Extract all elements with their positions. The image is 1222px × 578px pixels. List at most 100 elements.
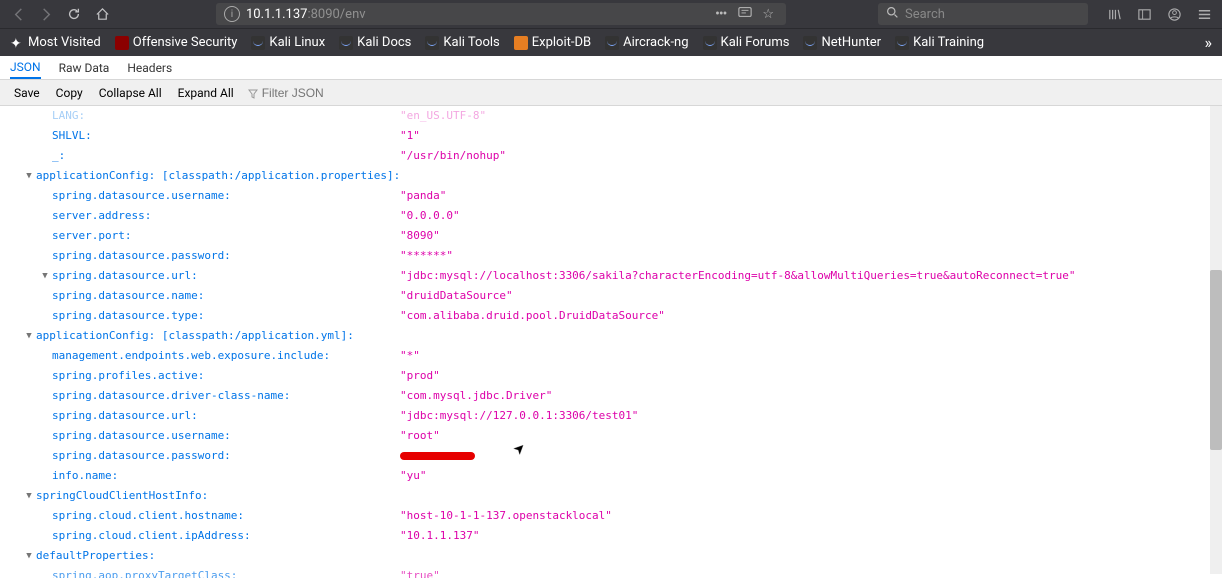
bookmarks-overflow-icon[interactable]: » [1205,33,1213,52]
bookmark-kali-docs[interactable]: Kali Docs [339,35,411,50]
bookmarks-bar: ✦Most Visited Offensive Security Kali Li… [0,28,1222,56]
info-icon[interactable]: i [224,6,240,22]
collapse-all-button[interactable]: Collapse All [93,84,168,102]
back-button[interactable] [4,0,32,28]
json-value: "*" [400,346,420,366]
bookmark-exploit-db[interactable]: Exploit-DB [514,35,591,50]
json-row[interactable]: ▼applicationConfig: [classpath:/applicat… [0,326,1222,346]
url-bar[interactable]: i 10.1.1.137:8090/env ••• ☆ [216,3,786,25]
json-row[interactable]: ▼springCloudClientHostInfo: [0,486,1222,506]
favicon-icon [251,36,265,50]
json-row[interactable]: spring.datasource.driver-class-name:"com… [0,386,1222,406]
json-row[interactable]: ▼applicationConfig: [classpath:/applicat… [0,166,1222,186]
toggle-icon[interactable]: ▼ [40,266,50,286]
search-placeholder: Search [905,7,945,22]
json-row[interactable]: LANG:"en_US.UTF-8" [0,106,1222,126]
json-row[interactable]: spring.cloud.client.ipAddress: "10.1.1.13… [0,526,1222,546]
toggle-icon[interactable]: ▼ [24,326,34,346]
viewer-tabs: JSON Raw Data Headers [0,56,1222,80]
json-row[interactable]: spring.datasource.username:"panda" [0,186,1222,206]
sidebar-icon[interactable] [1130,0,1158,28]
tab-raw-data[interactable]: Raw Data [59,56,110,79]
forward-button[interactable] [32,0,60,28]
json-key: server.address: [52,209,151,222]
json-value: "en_US.UTF-8" [400,106,486,126]
save-button[interactable]: Save [8,84,46,102]
bookmark-label: Kali Forums [721,35,790,50]
json-row[interactable]: spring.datasource.password:"******" [0,246,1222,266]
bookmark-aircrack-ng[interactable]: Aircrack-ng [605,35,688,50]
json-row[interactable]: server.address: "0.0.0.0" [0,206,1222,226]
json-key: spring.datasource.name: [52,289,204,302]
json-row[interactable]: spring.profiles.active:"prod" [0,366,1222,386]
favicon-icon [895,36,909,50]
bookmark-kali-forums[interactable]: Kali Forums [703,35,790,50]
json-row[interactable]: management.endpoints.web.exposure.includ… [0,346,1222,366]
json-row[interactable]: _: "/usr/bin/nohup" [0,146,1222,166]
json-value: "jdbc:mysql://localhost:3306/sakila?char… [400,266,1076,286]
copy-button[interactable]: Copy [50,84,89,102]
json-row[interactable]: spring.aop.proxyTargetClass:"true" [0,566,1222,578]
json-row[interactable]: spring.datasource.username:"root" [0,426,1222,446]
bookmark-most-visited[interactable]: ✦Most Visited [10,35,101,50]
expand-all-button[interactable]: Expand All [172,84,240,102]
scrollbar-thumb[interactable] [1210,270,1222,450]
toggle-icon[interactable]: ▼ [24,486,34,506]
json-toolbar: Save Copy Collapse All Expand All [0,80,1222,106]
bookmark-label: Most Visited [28,35,101,50]
profile-icon[interactable] [1160,0,1188,28]
json-row[interactable]: ▼spring.datasource.url:"jdbc:mysql://loc… [0,266,1222,286]
json-key: applicationConfig: [classpath:/applicati… [36,169,400,182]
json-value: "0.0.0.0" [400,206,460,226]
bookmark-kali-tools[interactable]: Kali Tools [425,35,499,50]
favicon-icon [425,36,439,50]
json-key: spring.datasource.username: [52,189,231,202]
bookmark-nethunter[interactable]: NetHunter [803,35,881,50]
json-value: "host-10-1-1-137.openstacklocal" [400,506,612,526]
bookmark-label: Offensive Security [133,35,238,50]
json-key: _: [52,149,65,162]
json-key: management.endpoints.web.exposure.includ… [52,349,330,362]
json-row[interactable]: server.port:"8090" [0,226,1222,246]
hamburger-menu-icon[interactable] [1190,0,1218,28]
json-key: spring.cloud.client.ipAddress: [52,529,251,542]
bookmark-kali-linux[interactable]: Kali Linux [251,35,325,50]
json-row[interactable]: ▼defaultProperties: [0,546,1222,566]
bookmark-star-icon[interactable]: ☆ [758,7,778,22]
json-key: server.port: [52,229,131,242]
tab-headers[interactable]: Headers [127,56,172,79]
json-row[interactable]: spring.datasource.name:"druidDataSource" [0,286,1222,306]
json-row[interactable]: SHLVL:"1" [0,126,1222,146]
json-key: SHLVL: [52,129,92,142]
filter-input[interactable] [262,86,362,100]
page-actions-icon[interactable]: ••• [709,6,732,22]
json-row[interactable]: spring.datasource.password: [0,446,1222,466]
home-button[interactable] [88,0,116,28]
favicon-icon [339,36,353,50]
json-value: "yu" [400,466,427,486]
bookmark-kali-training[interactable]: Kali Training [895,35,984,50]
json-value: "/usr/bin/nohup" [400,146,506,166]
toggle-icon[interactable]: ▼ [24,546,34,566]
scrollbar-track[interactable] [1210,106,1222,574]
favicon-icon [605,36,619,50]
search-box[interactable]: Search [878,3,1088,25]
json-key: spring.datasource.password: [52,449,231,462]
json-key: applicationConfig: [classpath:/applicati… [36,329,354,342]
bookmark-label: NetHunter [821,35,881,50]
json-value: "10.1.1.137" [400,526,479,546]
tab-json[interactable]: JSON [10,56,41,79]
favicon-icon [703,36,717,50]
json-row[interactable]: spring.cloud.client.hostname:"host-10-1-… [0,506,1222,526]
favicon-icon [115,36,129,50]
library-icon[interactable] [1100,0,1128,28]
json-row[interactable]: info.name:"yu" [0,466,1222,486]
json-value: "com.alibaba.druid.pool.DruidDataSource" [400,306,665,326]
tracking-protection-icon[interactable] [738,5,752,23]
json-row[interactable]: spring.datasource.type:"com.alibaba.drui… [0,306,1222,326]
bookmark-offensive-security[interactable]: Offensive Security [115,35,238,50]
toggle-icon[interactable]: ▼ [24,166,34,186]
json-row[interactable]: spring.datasource.url:"jdbc:mysql://127.… [0,406,1222,426]
json-viewer[interactable]: LANG:"en_US.UTF-8"SHLVL:"1" _: "/usr/bin/n… [0,106,1222,578]
reload-button[interactable] [60,0,88,28]
